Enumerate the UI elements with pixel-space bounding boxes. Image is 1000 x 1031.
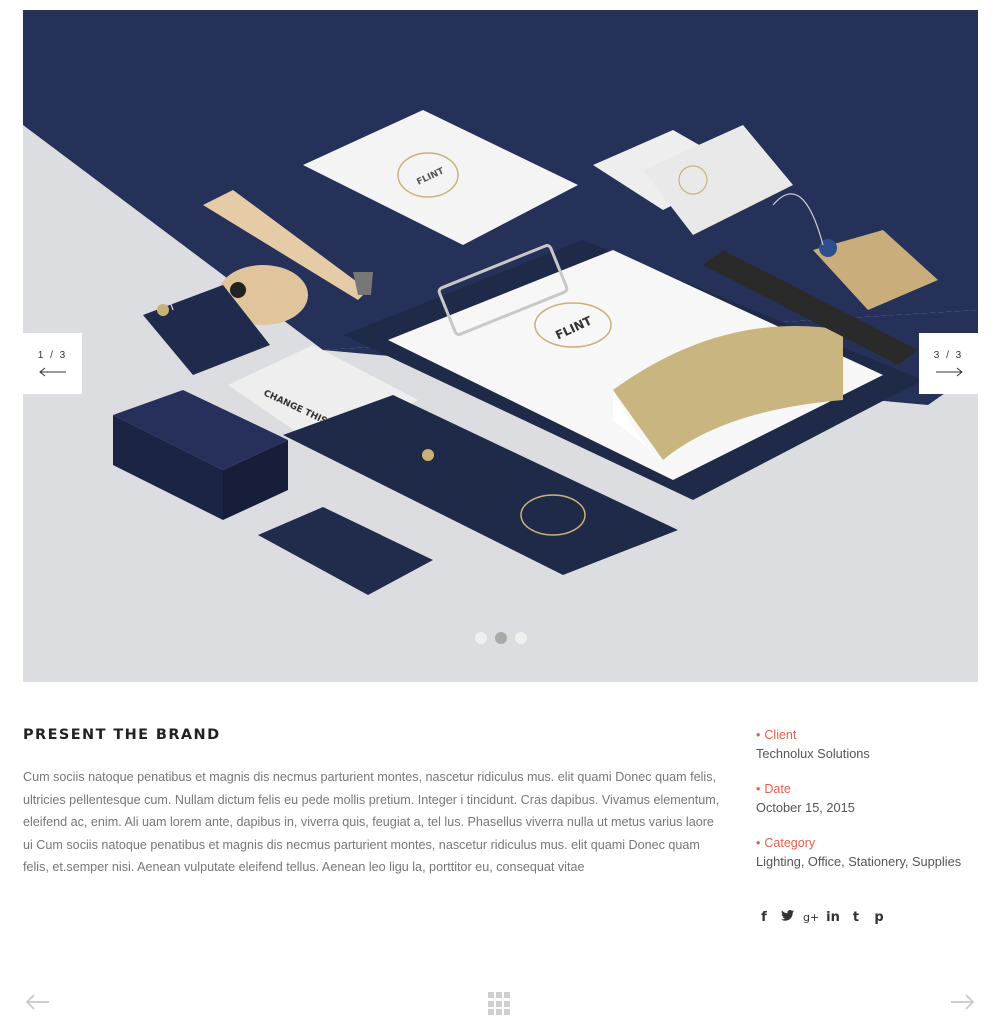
grid-icon[interactable] <box>488 992 512 1016</box>
project-description: Cum sociis natoque penatibus et magnis d… <box>23 770 720 874</box>
twitter-icon[interactable] <box>780 910 794 925</box>
arrow-right-icon <box>935 367 963 377</box>
next-project-arrow-icon[interactable] <box>950 994 974 1010</box>
slider-dot-2[interactable] <box>494 632 507 644</box>
slider-prev-button[interactable]: 1 / 3 <box>23 333 82 394</box>
meta-date-value: October 15, 2015 <box>756 800 855 815</box>
meta-date-label: Date <box>756 781 986 797</box>
meta-client-value: Technolux Solutions <box>756 746 870 761</box>
prev-project-arrow-icon[interactable] <box>26 994 50 1010</box>
slider-next-button[interactable]: 3 / 3 <box>919 333 978 394</box>
slider-dot-1[interactable] <box>474 632 487 644</box>
slider-prev-count: 1 / 3 <box>37 350 68 361</box>
meta-category-label: Category <box>756 835 986 851</box>
google-plus-icon[interactable]: g+ <box>803 911 819 924</box>
project-slider[interactable]: FLINT FLINT CHANGE THIS TEXT 1 / 3 3 / 3 <box>23 10 978 682</box>
arrow-left-icon <box>38 367 66 377</box>
slider-next-count: 3 / 3 <box>933 350 964 361</box>
meta-category-value: Lighting, Office, Stationery, Supplies <box>756 854 962 869</box>
meta-date: Date October 15, 2015 <box>756 781 986 819</box>
meta-category: Category Lighting, Office, Stationery, S… <box>756 835 986 873</box>
project-title: PRESENT THE BRAND <box>23 727 221 743</box>
social-share: f g+ in t p <box>757 910 886 925</box>
meta-client-label: Client <box>756 727 986 743</box>
pinterest-icon[interactable]: p <box>872 910 886 925</box>
linkedin-icon[interactable]: in <box>826 910 840 925</box>
meta-client: Client Technolux Solutions <box>756 727 986 765</box>
slide-image: FLINT FLINT CHANGE THIS TEXT <box>23 10 978 682</box>
tumblr-icon[interactable]: t <box>849 910 863 925</box>
facebook-icon[interactable]: f <box>757 910 771 925</box>
slider-pagination <box>23 632 978 644</box>
project-meta: Client Technolux Solutions Date October … <box>756 727 986 889</box>
slider-dot-3[interactable] <box>514 632 527 644</box>
